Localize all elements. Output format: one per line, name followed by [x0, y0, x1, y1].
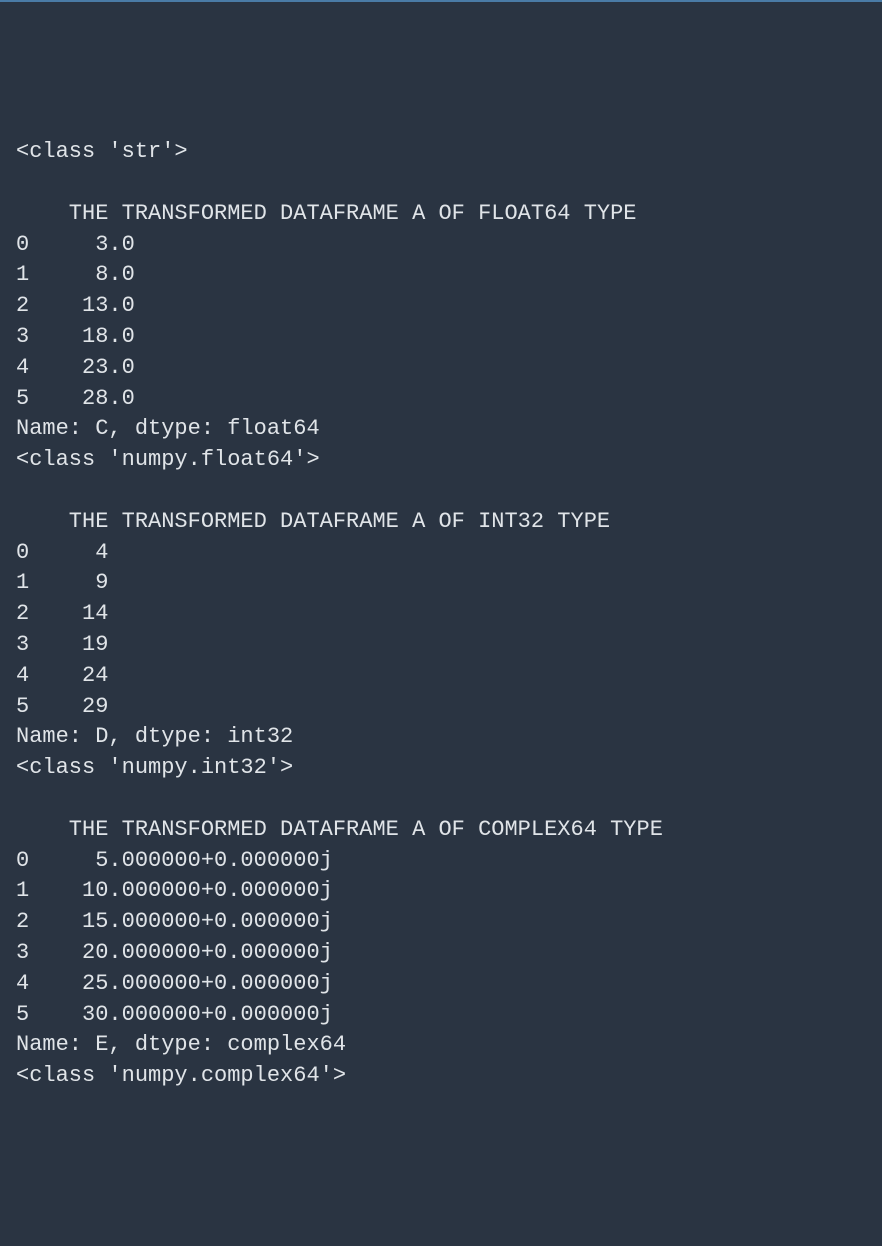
section3-row: 5 30.000000+0.000000j [16, 1000, 866, 1031]
section2-row: 3 19 [16, 630, 866, 661]
section2-class-line: <class 'numpy.int32'> [16, 753, 866, 784]
blank-line [16, 784, 866, 815]
section3-row: 3 20.000000+0.000000j [16, 938, 866, 969]
output-class-str: <class 'str'> [16, 137, 866, 168]
section3-row: 4 25.000000+0.000000j [16, 969, 866, 1000]
section2-row: 2 14 [16, 599, 866, 630]
section2-name-line: Name: D, dtype: int32 [16, 722, 866, 753]
section3-heading: THE TRANSFORMED DATAFRAME A OF COMPLEX64… [16, 815, 866, 846]
section3-row: 1 10.000000+0.000000j [16, 876, 866, 907]
section3-row: 0 5.000000+0.000000j [16, 846, 866, 877]
blank-line [16, 476, 866, 507]
section1-heading: THE TRANSFORMED DATAFRAME A OF FLOAT64 T… [16, 199, 866, 230]
section2-row: 5 29 [16, 692, 866, 723]
section1-row: 4 23.0 [16, 353, 866, 384]
section3-class-line: <class 'numpy.complex64'> [16, 1061, 866, 1092]
section2-row: 4 24 [16, 661, 866, 692]
section2-row: 1 9 [16, 568, 866, 599]
section1-row: 3 18.0 [16, 322, 866, 353]
section1-class-line: <class 'numpy.float64'> [16, 445, 866, 476]
section1-row: 1 8.0 [16, 260, 866, 291]
section3-row: 2 15.000000+0.000000j [16, 907, 866, 938]
section1-row: 5 28.0 [16, 384, 866, 415]
blank-line [16, 168, 866, 199]
section1-row: 2 13.0 [16, 291, 866, 322]
section3-name-line: Name: E, dtype: complex64 [16, 1030, 866, 1061]
section1-name-line: Name: C, dtype: float64 [16, 414, 866, 445]
section1-row: 0 3.0 [16, 230, 866, 261]
section2-heading: THE TRANSFORMED DATAFRAME A OF INT32 TYP… [16, 507, 866, 538]
section2-row: 0 4 [16, 538, 866, 569]
